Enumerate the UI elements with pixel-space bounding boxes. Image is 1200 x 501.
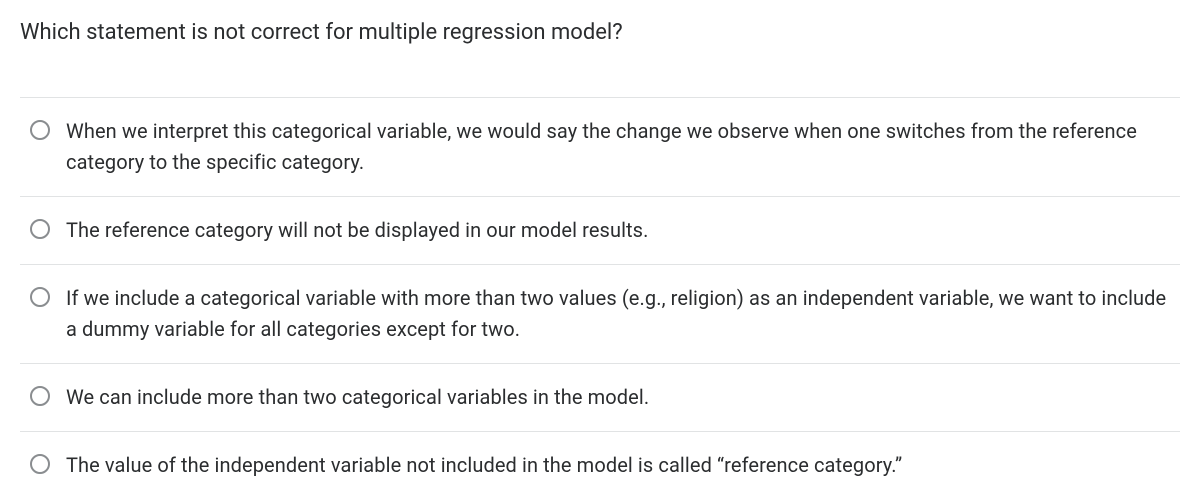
radio-icon[interactable]: [30, 287, 50, 307]
option-row[interactable]: The value of the independent variable no…: [20, 431, 1180, 499]
option-row[interactable]: If we include a categorical variable wit…: [20, 264, 1180, 363]
radio-icon[interactable]: [30, 219, 50, 239]
option-text: The reference category will not be displ…: [66, 215, 648, 246]
option-text: The value of the independent variable no…: [66, 450, 902, 481]
option-text: When we interpret this categorical varia…: [66, 116, 1180, 178]
option-text: We can include more than two categorical…: [66, 382, 649, 413]
option-text: If we include a categorical variable wit…: [66, 283, 1180, 345]
option-row[interactable]: The reference category will not be displ…: [20, 196, 1180, 264]
question-text: Which statement is not correct for multi…: [20, 18, 1180, 97]
radio-icon[interactable]: [30, 454, 50, 474]
question-block: Which statement is not correct for multi…: [0, 0, 1200, 499]
radio-icon[interactable]: [30, 386, 50, 406]
option-row[interactable]: When we interpret this categorical varia…: [20, 97, 1180, 196]
option-row[interactable]: We can include more than two categorical…: [20, 363, 1180, 431]
radio-icon[interactable]: [30, 120, 50, 140]
